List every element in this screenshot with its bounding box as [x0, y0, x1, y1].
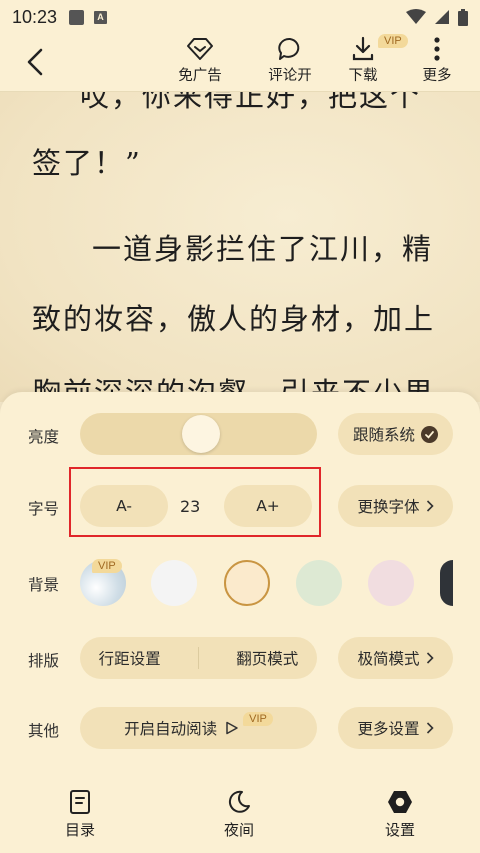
- no-ads-label: 免广告: [178, 68, 222, 84]
- bottom-navigation: 目录 夜间 设置: [0, 775, 480, 853]
- auto-read-vip-badge: VIP: [243, 712, 273, 726]
- toc-label: 目录: [64, 821, 95, 839]
- background-swatch-yellow-selected[interactable]: [224, 560, 270, 606]
- minimal-mode-label: 极简模式: [357, 650, 420, 668]
- diamond-icon: [187, 38, 213, 60]
- text-line: 签了！”: [32, 146, 142, 180]
- auto-read-button[interactable]: 开启自动阅读 VIP: [80, 707, 317, 749]
- settings-gear-icon: [388, 791, 412, 813]
- status-time: 10:23: [12, 6, 58, 27]
- chevron-right-icon: [426, 722, 434, 734]
- table-of-contents-icon: [70, 790, 90, 814]
- background-swatch-pink[interactable]: [368, 560, 414, 606]
- background-label: 背景: [28, 576, 60, 594]
- settings-label: 设置: [384, 821, 415, 839]
- comments-toggle-button[interactable]: 评论开: [260, 36, 320, 85]
- battery-icon: [458, 8, 468, 26]
- more-vertical-icon: [434, 37, 440, 61]
- more-button[interactable]: 更多: [407, 36, 467, 85]
- layout-label: 排版: [28, 652, 60, 670]
- wifi-icon: [406, 9, 426, 24]
- download-vip-badge: VIP: [378, 34, 408, 48]
- page-turn-mode-button[interactable]: 翻页模式: [236, 647, 298, 669]
- change-font-label: 更换字体: [357, 498, 420, 516]
- follow-system-label: 跟随系统: [352, 426, 415, 444]
- background-swatch-green[interactable]: [296, 560, 342, 606]
- minimal-mode-button[interactable]: 极简模式: [338, 637, 453, 679]
- check-icon: [421, 425, 438, 443]
- change-font-button[interactable]: 更换字体: [338, 485, 453, 527]
- follow-system-button[interactable]: 跟随系统: [338, 413, 453, 455]
- toc-button[interactable]: 目录: [40, 789, 120, 840]
- highlight-box: [69, 467, 321, 537]
- auto-read-label: 开启自动阅读: [124, 720, 218, 738]
- text-line: 一道身影拦住了江川，精: [92, 232, 434, 266]
- night-mode-button[interactable]: 夜间: [199, 789, 279, 840]
- night-label: 夜间: [223, 821, 254, 839]
- play-icon: [226, 721, 238, 735]
- back-arrow-icon[interactable]: [22, 46, 52, 78]
- text-line: 致的妆容，傲人的身材，加上: [32, 302, 436, 336]
- line-spacing-button[interactable]: 行距设置: [99, 647, 161, 669]
- comment-bubble-icon: [278, 37, 300, 60]
- reading-content[interactable]: 哎，你来得正好，把这个 签了！” 一道身影拦住了江川，精 致的妆容，傲人的身材，…: [0, 92, 480, 402]
- notification-icon: [69, 9, 85, 25]
- cell-signal-icon: [435, 10, 449, 24]
- other-label: 其他: [28, 722, 60, 740]
- more-settings-button[interactable]: 更多设置: [338, 707, 453, 749]
- keyboard-icon: A: [94, 10, 108, 24]
- reader-toolbar: 免广告 评论开 下载 VIP 更多: [0, 34, 480, 92]
- chevron-right-icon: [426, 500, 434, 512]
- no-ads-button[interactable]: 免广告: [170, 36, 230, 85]
- brightness-label: 亮度: [28, 428, 60, 446]
- brightness-slider-knob[interactable]: [182, 415, 220, 453]
- settings-tab-button[interactable]: 设置: [360, 789, 440, 840]
- moon-icon: [228, 790, 250, 813]
- layout-options-group: 行距设置 翻页模式: [80, 637, 317, 679]
- divider: [197, 647, 199, 669]
- background-vip-badge: VIP: [92, 559, 122, 573]
- download-icon: [352, 36, 374, 61]
- download-label: 下载: [348, 68, 378, 84]
- more-label: 更多: [422, 68, 452, 84]
- background-swatch-white[interactable]: [151, 560, 197, 606]
- chevron-right-icon: [426, 652, 434, 664]
- status-bar: 10:23 A: [0, 0, 480, 34]
- background-swatch-dark[interactable]: [440, 560, 453, 606]
- font-size-label: 字号: [28, 500, 60, 518]
- comments-label: 评论开: [268, 68, 312, 84]
- brightness-slider[interactable]: [80, 413, 317, 455]
- more-settings-label: 更多设置: [357, 720, 420, 738]
